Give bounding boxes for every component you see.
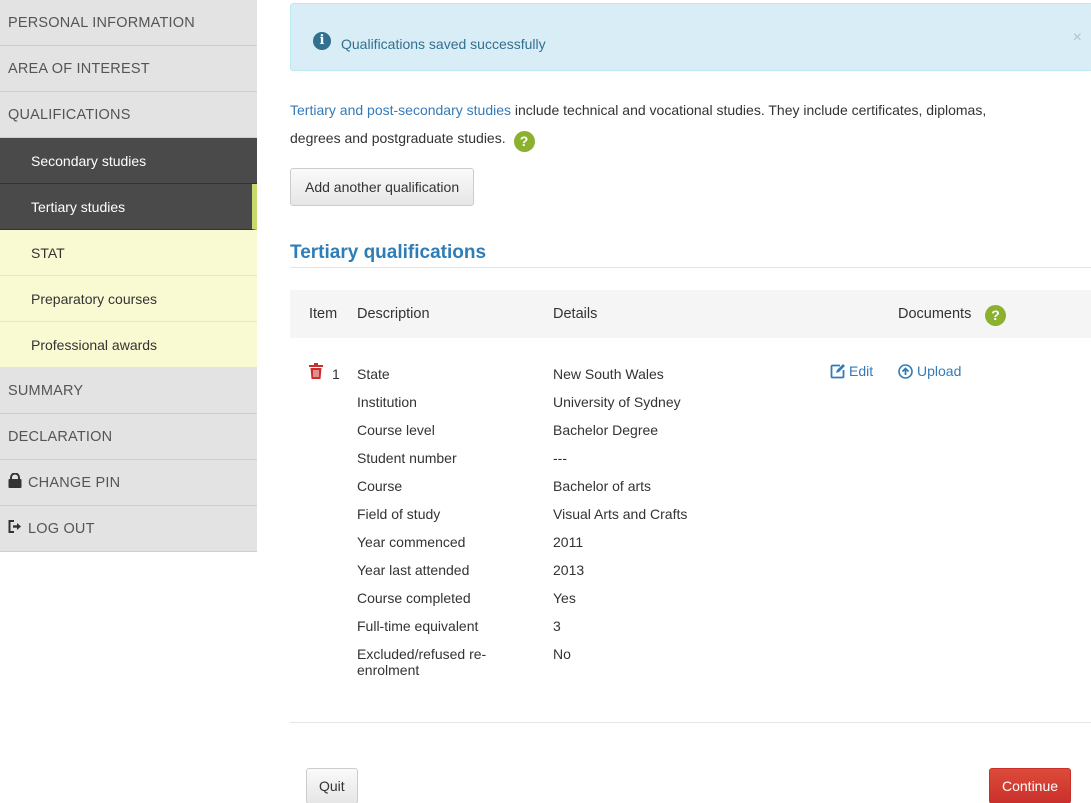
field-value: No: [553, 646, 571, 662]
trash-icon[interactable]: [309, 363, 323, 379]
field-label: Course: [357, 478, 403, 494]
sidebar-item-stat[interactable]: STAT: [0, 230, 257, 276]
sidebar-item-label: Professional awards: [31, 336, 158, 353]
alert-message: Qualifications saved successfully: [341, 36, 546, 52]
sidebar-item-label: AREA OF INTEREST: [8, 60, 150, 77]
field-label: Excluded/refused re-enrolment: [357, 646, 487, 678]
table-header: Item Description Details Documents ?: [290, 290, 1091, 338]
description-column: State Institution Course level Student n…: [357, 366, 517, 686]
sidebar-item-tertiary-studies[interactable]: Tertiary studies: [0, 184, 257, 230]
item-number: 1: [332, 366, 340, 382]
section-title: Tertiary qualifications: [290, 242, 487, 263]
sidebar-item-qualifications[interactable]: QUALIFICATIONS: [0, 92, 257, 138]
field-value: 2011: [553, 534, 584, 550]
column-header-documents: Documents: [898, 306, 972, 322]
field-value: Yes: [553, 590, 576, 606]
field-label: Year last attended: [357, 562, 470, 578]
details-column: New South Wales University of Sydney Bac…: [553, 366, 823, 686]
add-qualification-button[interactable]: Add another qualification: [290, 168, 475, 206]
sidebar-item-label: DECLARATION: [8, 428, 113, 445]
intro-text: Tertiary and post-secondary studies incl…: [290, 96, 1091, 152]
field-value: New South Wales: [553, 366, 664, 382]
edit-icon: [830, 363, 845, 378]
edit-link[interactable]: Edit: [830, 363, 873, 379]
column-header-description: Description: [357, 306, 430, 322]
sidebar-item-secondary-studies[interactable]: Secondary studies: [0, 138, 257, 184]
field-value: ---: [553, 450, 567, 466]
intro-text-part-1: include technical and vocational studies…: [511, 102, 987, 118]
sidebar-item-label: Tertiary studies: [31, 198, 126, 215]
field-value: Bachelor Degree: [553, 422, 659, 438]
help-icon[interactable]: ?: [513, 131, 535, 152]
sidebar-item-label: SUMMARY: [8, 382, 84, 399]
sidebar-item-label: CHANGE PIN: [28, 474, 121, 491]
sidebar-item-label: QUALIFICATIONS: [8, 106, 131, 123]
sidebar-item-declaration[interactable]: DECLARATION: [0, 414, 257, 460]
field-label: Course completed: [357, 590, 471, 606]
logout-icon: [8, 520, 22, 537]
sidebar-item-personal-information[interactable]: PERSONAL INFORMATION: [0, 0, 257, 46]
upload-link-label: Upload: [917, 363, 962, 379]
edit-link-label: Edit: [849, 363, 874, 379]
quit-button[interactable]: Quit: [306, 768, 358, 803]
field-label: Institution: [357, 394, 417, 410]
field-label: Field of study: [357, 506, 441, 522]
sidebar-item-label: PERSONAL INFORMATION: [8, 14, 195, 31]
field-value: Bachelor of arts: [553, 478, 652, 494]
info-icon: i: [313, 32, 331, 50]
sidebar-item-label: LOG OUT: [28, 520, 95, 537]
field-value: 3: [553, 618, 561, 634]
sidebar-item-area-of-interest[interactable]: AREA OF INTEREST: [0, 46, 257, 92]
sidebar-item-label: Secondary studies: [31, 152, 147, 169]
sidebar-item-preparatory-courses[interactable]: Preparatory courses: [0, 276, 257, 322]
column-header-details: Details: [553, 306, 598, 322]
sidebar-item-summary[interactable]: SUMMARY: [0, 368, 257, 414]
section-divider: [290, 267, 1091, 268]
upload-icon: [898, 363, 913, 379]
field-value: 2013: [553, 562, 585, 578]
field-value: University of Sydney: [553, 394, 681, 410]
lock-icon: [8, 472, 22, 492]
field-label: Student number: [357, 450, 457, 466]
field-value: Visual Arts and Crafts: [553, 506, 688, 522]
upload-link[interactable]: Upload: [898, 363, 961, 379]
intro-text-part-2: degrees and postgraduate studies.: [290, 130, 506, 146]
field-label: Year commenced: [357, 534, 466, 550]
field-label: Course level: [357, 422, 435, 438]
close-icon[interactable]: ×: [1073, 29, 1082, 47]
sidebar-item-professional-awards[interactable]: Professional awards: [0, 322, 257, 368]
tertiary-studies-link[interactable]: Tertiary and post-secondary studies: [290, 102, 511, 118]
success-alert: i Qualifications saved successfully ×: [290, 3, 1091, 71]
sidebar-nav: PERSONAL INFORMATION AREA OF INTEREST QU…: [0, 0, 257, 552]
sidebar-item-label: STAT: [31, 244, 65, 261]
field-label: Full-time equivalent: [357, 618, 479, 634]
sidebar-item-log-out[interactable]: LOG OUT: [0, 506, 257, 552]
table-bottom-divider: [290, 722, 1091, 723]
column-header-item: Item: [309, 306, 338, 322]
sidebar-item-change-pin[interactable]: CHANGE PIN: [0, 460, 257, 506]
field-label: State: [357, 366, 390, 382]
help-icon[interactable]: ?: [985, 305, 1006, 326]
continue-button[interactable]: Continue: [989, 768, 1072, 803]
sidebar-item-label: Preparatory courses: [31, 290, 158, 307]
